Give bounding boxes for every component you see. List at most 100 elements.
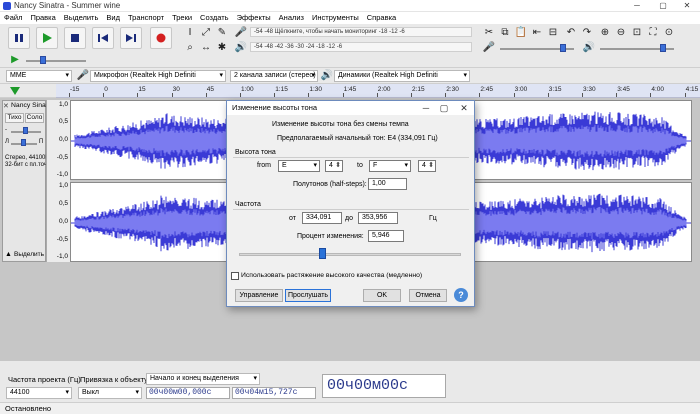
- percent-change-slider[interactable]: [239, 253, 461, 256]
- recording-channels-select[interactable]: 2 канала записи (стерео): [230, 70, 318, 82]
- record-volume-knob[interactable]: [560, 44, 566, 52]
- from-octave-spinner[interactable]: 4: [325, 160, 343, 172]
- track-collapse-icon[interactable]: ▲: [5, 251, 12, 258]
- play-at-speed-icon[interactable]: ▶: [8, 53, 22, 67]
- zoom-in-icon[interactable]: ⊕: [598, 26, 612, 40]
- ruler-tick: [650, 93, 652, 97]
- cancel-button[interactable]: Отмена: [409, 289, 447, 302]
- menu-select[interactable]: Выделить: [60, 12, 103, 24]
- to-octave-spinner[interactable]: 4: [418, 160, 436, 172]
- timeshift-tool-icon[interactable]: ↔: [199, 41, 213, 55]
- audio-host-select[interactable]: MME: [6, 70, 72, 82]
- speaker-icon: 🔊: [320, 70, 334, 81]
- menu-effects[interactable]: Эффекты: [233, 12, 275, 24]
- menu-analyze[interactable]: Анализ: [275, 12, 308, 24]
- fit-project-icon[interactable]: ⛶: [646, 26, 660, 40]
- minimize-button[interactable]: ─: [626, 0, 648, 12]
- zoom-tool-icon[interactable]: ⌕: [183, 41, 197, 55]
- help-button[interactable]: ?: [454, 288, 468, 302]
- menu-tools[interactable]: Инструменты: [308, 12, 363, 24]
- recording-device-select[interactable]: Микрофон (Realtek High Definiti: [90, 70, 226, 82]
- snap-to-select[interactable]: Выкл: [78, 387, 142, 399]
- menu-transport[interactable]: Транспорт: [124, 12, 168, 24]
- play-meter[interactable]: -54 -48 -42 -36 -30 -24 -18 -12 -6: [250, 42, 472, 52]
- play-volume-knob[interactable]: [660, 44, 666, 52]
- ruler-tick-label: 3:15: [548, 86, 562, 93]
- pitch-section-divider: [233, 157, 469, 158]
- dialog-maximize-button[interactable]: ▢: [435, 101, 453, 115]
- selection-start-time[interactable]: 00ч00м00,000с: [146, 387, 230, 399]
- freq-from-input[interactable]: 334,091: [302, 212, 342, 224]
- dialog-minimize-button[interactable]: ─: [417, 101, 435, 115]
- skip-end-button[interactable]: [120, 27, 142, 49]
- device-toolbar: MME 🎤 Микрофон (Realtek High Definiti 2 …: [0, 68, 700, 84]
- fit-selection-icon[interactable]: ⊡: [630, 26, 644, 40]
- freq-to-input[interactable]: 353,956: [358, 212, 398, 224]
- redo-icon[interactable]: ↷: [580, 26, 594, 40]
- title-bar: Nancy Sinatra - Summer wine ─ ▢ ✕: [0, 0, 700, 12]
- track-close-icon[interactable]: ✕: [3, 102, 9, 110]
- mute-button[interactable]: Тихо: [5, 113, 24, 123]
- draw-tool-icon[interactable]: ✎: [215, 26, 229, 40]
- selection-tool-icon[interactable]: I: [183, 26, 197, 40]
- multi-tool-icon[interactable]: ✱: [215, 41, 229, 55]
- window-title: Nancy Sinatra - Summer wine: [14, 1, 121, 10]
- toolbars: I ⤢ ✎ ⌕ ↔ ✱ 🎤 -54 -48 Щёлкните, чтобы на…: [0, 24, 700, 68]
- paste-icon[interactable]: 📋: [514, 26, 528, 40]
- undo-icon[interactable]: ↶: [564, 26, 578, 40]
- menu-edit[interactable]: Правка: [26, 12, 59, 24]
- scale-label: -0,5: [56, 236, 68, 243]
- trim-icon[interactable]: ⇤: [530, 26, 544, 40]
- ruler-tick: [308, 93, 310, 97]
- menu-tracks[interactable]: Треки: [168, 12, 196, 24]
- high-quality-checkbox[interactable]: [231, 272, 239, 280]
- ok-button[interactable]: OK: [363, 289, 401, 302]
- selection-mode-select[interactable]: Начало и конец выделения: [146, 373, 260, 385]
- from-note-select[interactable]: E: [278, 160, 320, 172]
- menu-view[interactable]: Вид: [102, 12, 124, 24]
- percent-change-slider-knob[interactable]: [318, 248, 326, 259]
- silence-icon[interactable]: ⊟: [546, 26, 560, 40]
- preview-button[interactable]: Прослушать: [285, 289, 331, 302]
- close-window-button[interactable]: ✕: [676, 0, 698, 12]
- play-speed-knob[interactable]: [40, 56, 46, 64]
- play-button[interactable]: [36, 27, 58, 49]
- record-meter[interactable]: -54 -48 Щёлкните, чтобы начать мониторин…: [250, 27, 472, 37]
- to-note-select[interactable]: F: [369, 160, 411, 172]
- ruler-tick: [342, 93, 344, 97]
- gain-knob[interactable]: [23, 127, 28, 134]
- cut-icon[interactable]: ✂: [482, 26, 496, 40]
- pause-button[interactable]: [8, 27, 30, 49]
- pin-playhead-icon[interactable]: [10, 87, 22, 97]
- zoom-out-icon[interactable]: ⊖: [614, 26, 628, 40]
- ruler-tick: [376, 93, 378, 97]
- audio-position-display[interactable]: 00ч00м00с: [322, 374, 446, 398]
- ruler-tick: [479, 93, 481, 97]
- menu-generate[interactable]: Создать: [196, 12, 233, 24]
- pan-knob[interactable]: [21, 139, 26, 146]
- vertical-scale[interactable]: 1,0 0,5 0,0 -0,5 -1,0 1,0 0,5 0,0 -0,5 -…: [46, 100, 70, 262]
- timeline-ruler[interactable]: -15 0 15 30 45 1:00 1:15 1:30 1:45 2:00 2:15 2:30 2:…: [56, 84, 700, 98]
- skip-start-button[interactable]: [92, 27, 114, 49]
- play-speed-slider[interactable]: [26, 60, 86, 62]
- pause-icon: [15, 34, 23, 42]
- percent-change-input[interactable]: 5,946: [368, 230, 404, 242]
- selection-end-time[interactable]: 00ч04м15,727с: [232, 387, 316, 399]
- track-select-button[interactable]: Выделить: [14, 251, 44, 258]
- manage-button[interactable]: Управление: [235, 289, 283, 302]
- copy-icon[interactable]: ⧉: [498, 26, 512, 40]
- dialog-close-button[interactable]: ✕: [455, 101, 473, 115]
- maximize-button[interactable]: ▢: [652, 0, 674, 12]
- stop-button[interactable]: [64, 27, 86, 49]
- playback-device-select[interactable]: Динамики (Realtek High Definiti: [334, 70, 470, 82]
- menu-help[interactable]: Справка: [363, 12, 400, 24]
- track-name[interactable]: Nancy Sinatr: [11, 102, 50, 109]
- project-rate-select[interactable]: 44100: [6, 387, 72, 399]
- semitones-input[interactable]: 1,00: [368, 178, 407, 190]
- envelope-tool-icon[interactable]: ⤢: [199, 26, 213, 40]
- record-button[interactable]: [150, 27, 172, 49]
- ruler-tick: [205, 93, 207, 97]
- zoom-toggle-icon[interactable]: ⊙: [662, 26, 676, 40]
- menu-file[interactable]: Файл: [0, 12, 26, 24]
- solo-button[interactable]: Соло: [25, 113, 44, 123]
